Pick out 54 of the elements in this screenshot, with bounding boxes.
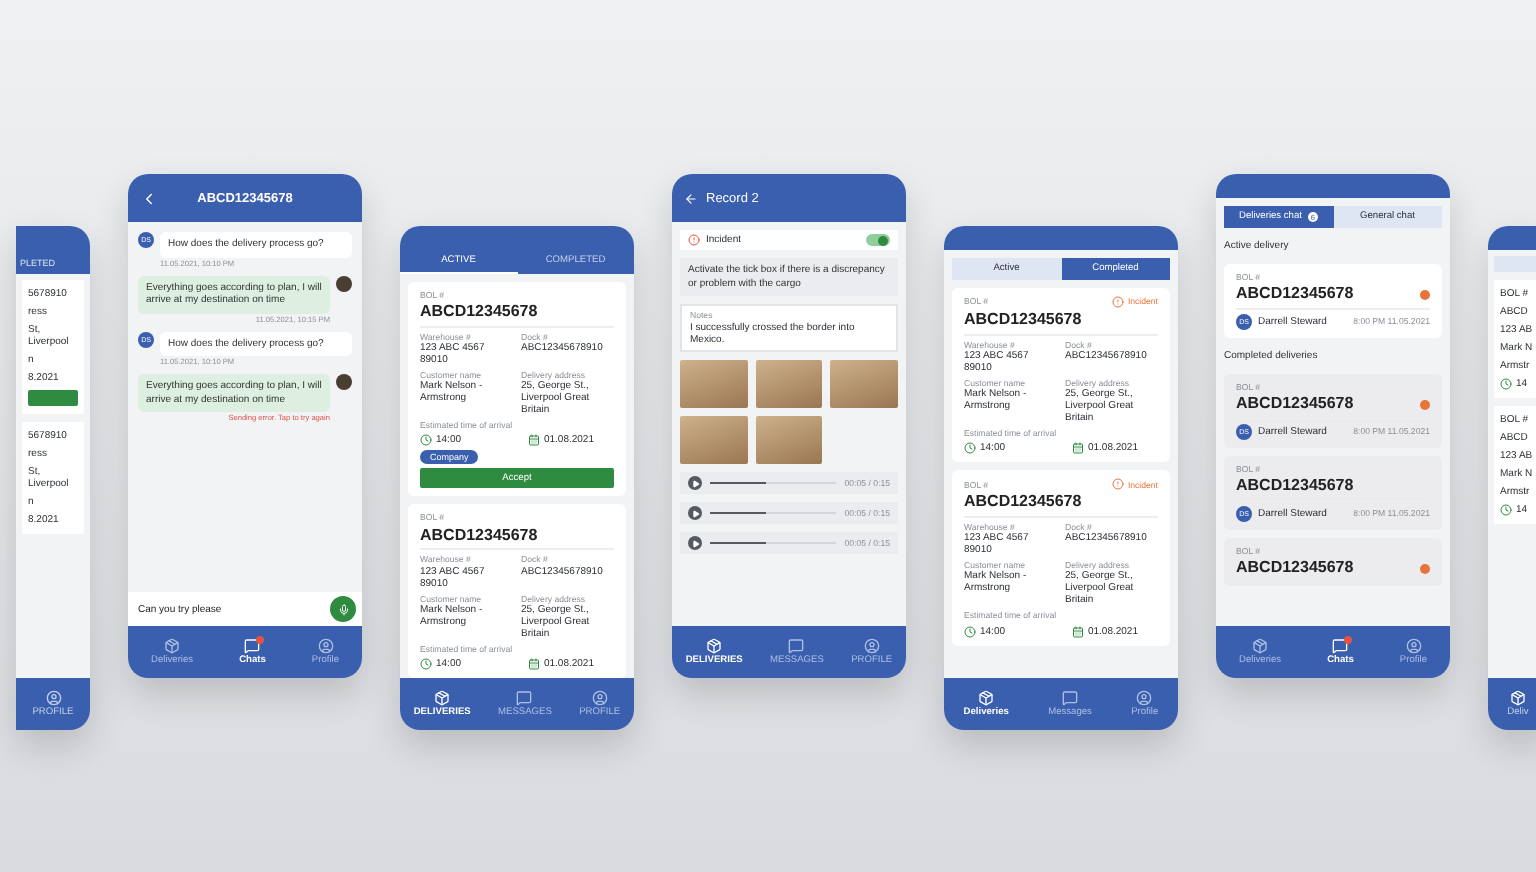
mic-icon — [337, 603, 349, 615]
chat-icon — [244, 638, 261, 654]
chat-icon — [1062, 690, 1079, 706]
photo-placeholder[interactable] — [830, 360, 898, 409]
photo-placeholder[interactable] — [755, 360, 823, 409]
bol-number: ABCD12345678 — [420, 527, 540, 545]
play-button[interactable] — [688, 536, 702, 551]
photo-placeholder[interactable] — [680, 360, 748, 409]
bol-number: ABCD12345678 — [1236, 478, 1354, 496]
bol-number: ABCD12345678 — [1236, 286, 1354, 304]
box-icon — [434, 690, 451, 706]
box-icon — [706, 638, 723, 654]
mic-button[interactable] — [330, 596, 356, 622]
profile-icon — [1136, 690, 1153, 706]
clock-icon — [420, 657, 432, 670]
clock-icon — [964, 442, 976, 455]
back-icon[interactable] — [140, 189, 158, 207]
bol-number: ABCD12345678 — [1236, 560, 1354, 578]
calendar-icon — [527, 434, 540, 447]
chat-icon — [788, 638, 805, 654]
alert-icon — [1111, 478, 1124, 491]
bol-number: ABCD12345678 — [420, 304, 540, 322]
avatar — [336, 374, 352, 390]
profile-icon — [317, 638, 334, 654]
box-icon — [1252, 638, 1269, 654]
incident-toggle[interactable] — [866, 234, 890, 246]
box-icon — [978, 690, 995, 706]
calendar-icon — [1071, 625, 1084, 638]
profile-icon — [863, 638, 880, 654]
bol-number: ABCD12345678 — [964, 494, 1084, 513]
bol-number: ABCD12345678 — [964, 312, 1084, 330]
profile-icon — [591, 690, 608, 706]
profile-icon — [1405, 638, 1422, 654]
calendar-icon — [527, 657, 540, 670]
play-button[interactable] — [688, 506, 702, 521]
photo-placeholder[interactable] — [680, 416, 748, 465]
photo-placeholder[interactable] — [755, 416, 823, 465]
clock-icon — [964, 625, 976, 638]
bol-number: ABCD12345678 — [1236, 396, 1354, 414]
play-button[interactable] — [688, 476, 702, 491]
calendar-icon — [1071, 442, 1084, 455]
app-header — [1488, 226, 1536, 250]
clock-icon — [1500, 378, 1512, 390]
alert-icon — [688, 234, 700, 246]
clock-icon — [420, 434, 432, 447]
back-icon[interactable] — [684, 191, 698, 205]
box-icon — [164, 638, 181, 654]
clock-icon — [1500, 504, 1512, 516]
alert-icon — [1111, 296, 1124, 308]
avatar — [336, 275, 352, 291]
box-icon — [1510, 690, 1526, 706]
chat-icon — [1332, 638, 1349, 654]
chat-icon — [516, 690, 533, 706]
profile-icon — [45, 690, 61, 706]
